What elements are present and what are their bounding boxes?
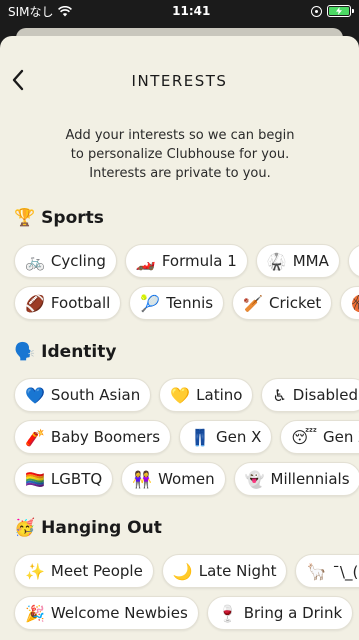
interest-chip-mma[interactable]: 🥋 MMA bbox=[255, 244, 340, 278]
chip-row: 🚲 Cycling 🏎️ Formula 1 🥋 MMA ⛳ bbox=[14, 244, 359, 278]
jeans-icon: 👖 bbox=[190, 427, 210, 447]
chip-label: Latino bbox=[196, 386, 243, 404]
chip-label: MMA bbox=[292, 252, 329, 270]
interest-chip-welcome-newbies[interactable]: 🎉 Welcome Newbies bbox=[14, 596, 199, 630]
interest-chip-disabled[interactable]: ♿ Disabled bbox=[261, 378, 359, 412]
interest-chip-cricket[interactable]: 🏏 Cricket bbox=[232, 286, 333, 320]
martial-arts-icon: 🥋 bbox=[266, 251, 287, 271]
yellow-heart-icon: 💛 bbox=[170, 385, 191, 405]
interest-chip-golf[interactable]: ⛳ bbox=[347, 244, 359, 278]
bicycle-icon: 🚲 bbox=[25, 251, 45, 271]
interest-chip-bring-a-drink[interactable]: 🍷 Bring a Drink bbox=[206, 596, 354, 630]
cricket-bat-icon: 🏏 bbox=[243, 293, 263, 313]
chip-label: Bring a Drink bbox=[243, 604, 343, 622]
chip-label: Baby Boomers bbox=[50, 428, 161, 446]
tennis-ball-icon: 🎾 bbox=[140, 293, 161, 313]
basketball-icon: 🏀 bbox=[351, 294, 359, 313]
interest-chip-shrug[interactable]: 🦙 ¯\_(ツ)_ bbox=[295, 554, 359, 588]
sparkles-icon: ✨ bbox=[25, 561, 45, 581]
chip-label: South Asian bbox=[50, 386, 141, 404]
intro-line: Interests are private to you. bbox=[89, 166, 271, 181]
chip-label: Gen X bbox=[215, 428, 262, 446]
charging-bolt-icon bbox=[336, 7, 342, 15]
intro-line: Add your interests so we can begin bbox=[65, 128, 295, 143]
chip-label: Gen Z bbox=[323, 428, 359, 446]
wheelchair-icon: ♿ bbox=[272, 385, 287, 405]
page-title: INTERESTS bbox=[131, 72, 228, 90]
section-title-identity: 🗣️ Identity bbox=[14, 342, 116, 362]
chip-label: ¯\_(ツ)_ bbox=[332, 562, 359, 581]
chip-label: Cycling bbox=[50, 252, 106, 270]
ghost-icon: 👻 bbox=[244, 469, 265, 489]
section-title-hanging-out: 🥳 Hanging Out bbox=[14, 518, 162, 538]
blue-heart-icon: 💙 bbox=[25, 385, 45, 405]
chip-row: 🎉Welcome Newbies 🍷Bring a Drink 🌀 bbox=[14, 596, 359, 630]
intro-text: Add your interests so we can begin to pe… bbox=[40, 126, 320, 183]
status-bar: SIMなし 11:41 bbox=[0, 0, 359, 22]
wifi-icon bbox=[57, 5, 72, 16]
chip-label: Formula 1 bbox=[161, 252, 237, 270]
interest-chip-football[interactable]: 🏈 Football bbox=[14, 286, 122, 320]
chip-label: Millennials bbox=[270, 470, 350, 488]
chip-label: Women bbox=[158, 470, 215, 488]
sleeping-face-icon: 😴 bbox=[291, 427, 318, 447]
status-left: SIMなし bbox=[8, 3, 72, 20]
football-icon: 🏈 bbox=[25, 293, 45, 313]
interest-chip-basketball[interactable]: 🏀B bbox=[340, 286, 359, 320]
interest-chip-south-asian[interactable]: 💙 South Asian bbox=[14, 378, 152, 412]
chip-label: Disabled bbox=[292, 386, 358, 404]
interest-chip-formula-1[interactable]: 🏎️ Formula 1 bbox=[124, 244, 248, 278]
chip-row: ✨ Meet People 🌙 Late Night 🦙 ¯\_(ツ)_ bbox=[14, 554, 359, 588]
orientation-lock-icon bbox=[311, 5, 322, 17]
trophy-icon: 🏆 bbox=[14, 208, 36, 228]
firecracker-icon: 🧨 bbox=[25, 427, 45, 447]
interest-chip-millennials[interactable]: 👻 Millennials bbox=[233, 462, 359, 496]
carrier-label: SIMなし bbox=[8, 4, 54, 19]
interest-chip-gen-x[interactable]: 👖 Gen X bbox=[179, 420, 273, 454]
rainbow-flag-icon: 🏳️‍🌈 bbox=[25, 469, 45, 489]
chip-label: Football bbox=[50, 294, 111, 312]
chip-label: Welcome Newbies bbox=[50, 604, 188, 622]
interest-chip-late-night[interactable]: 🌙 Late Night bbox=[161, 554, 288, 588]
interest-chip-women[interactable]: 👭 Women bbox=[121, 462, 226, 496]
status-right bbox=[311, 5, 354, 17]
race-car-icon: 🏎️ bbox=[135, 251, 156, 271]
chip-row: 🏳️‍🌈 LGBTQ 👭 Women 👻 Millennials bbox=[14, 462, 359, 496]
section-title-sports: 🏆 Sports bbox=[14, 208, 104, 228]
llama-icon: 🦙 bbox=[306, 561, 327, 581]
speaking-head-icon: 🗣️ bbox=[14, 342, 36, 362]
battery-icon bbox=[327, 5, 354, 17]
interest-chip-cycling[interactable]: 🚲 Cycling bbox=[14, 244, 117, 278]
section-label: Hanging Out bbox=[41, 518, 162, 538]
crescent-moon-icon: 🌙 bbox=[172, 561, 193, 581]
interest-chip-lgbtq[interactable]: 🏳️‍🌈 LGBTQ bbox=[14, 462, 114, 496]
intro-line: to personalize Clubhouse for you. bbox=[70, 147, 290, 162]
wine-glass-icon: 🍷 bbox=[217, 603, 238, 623]
chip-row: 💙 South Asian 💛 Latino ♿ Disabled bbox=[14, 378, 359, 412]
chip-label: Late Night bbox=[198, 562, 277, 580]
interests-sheet: INTERESTS Add your interests so we can b… bbox=[0, 36, 359, 640]
interest-chip-tennis[interactable]: 🎾 Tennis bbox=[129, 286, 225, 320]
interest-chip-gen-z[interactable]: 😴 Gen Z bbox=[280, 420, 359, 454]
interest-chip-meet-people[interactable]: ✨ Meet People bbox=[14, 554, 154, 588]
party-face-icon: 🥳 bbox=[14, 518, 36, 538]
chip-label: LGBTQ bbox=[50, 470, 103, 488]
nav-bar: INTERESTS bbox=[0, 36, 359, 124]
chip-label: Meet People bbox=[50, 562, 143, 580]
section-label: Identity bbox=[41, 342, 117, 362]
interest-chip-latino[interactable]: 💛 Latino bbox=[159, 378, 254, 412]
status-time: 11:41 bbox=[172, 4, 211, 18]
interest-chip-baby-boomers[interactable]: 🧨 Baby Boomers bbox=[14, 420, 172, 454]
chip-row: 🏈 Football 🎾 Tennis 🏏 Cricket 🏀B bbox=[14, 286, 359, 320]
section-label: Sports bbox=[41, 208, 104, 228]
two-women-icon: 👭 bbox=[132, 469, 153, 489]
chip-label: Cricket bbox=[269, 294, 322, 312]
party-popper-icon: 🎉 bbox=[25, 603, 45, 623]
chip-row: 🧨 Baby Boomers 👖 Gen X 😴 Gen Z bbox=[14, 420, 359, 454]
chip-label: Tennis bbox=[166, 294, 214, 312]
